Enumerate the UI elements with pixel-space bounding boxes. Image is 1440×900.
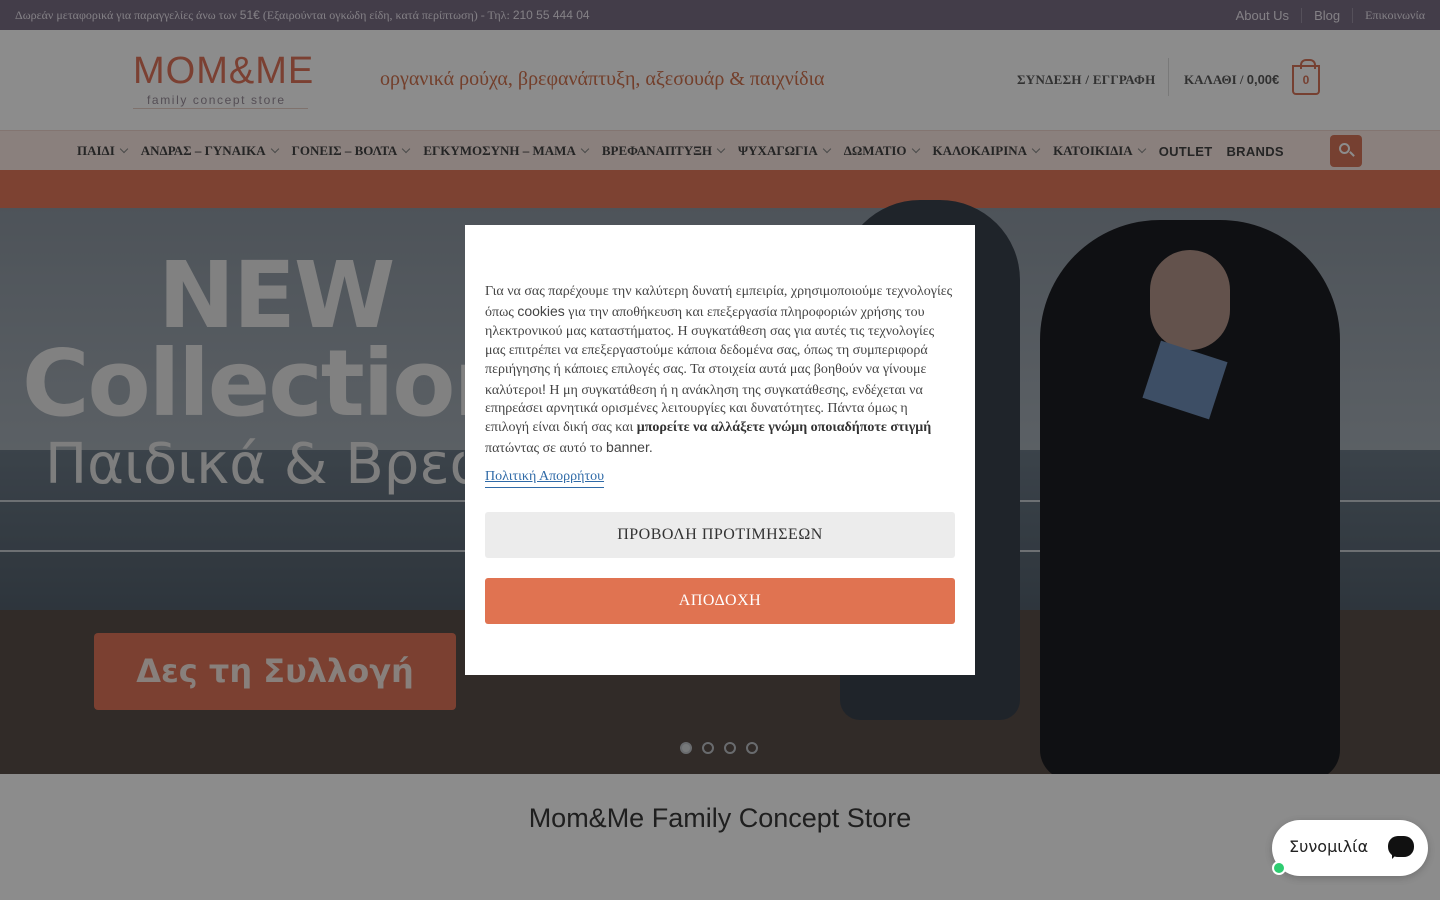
view-preferences-button[interactable]: ΠΡΟΒΟΛΗ ΠΡΟΤΙΜΗΣΕΩΝ xyxy=(485,512,955,558)
consent-text-bold: μπορείτε να αλλάξετε γνώμη οποιαδήποτε σ… xyxy=(636,420,932,436)
consent-text-cookies: cookies xyxy=(517,302,565,319)
accept-button[interactable]: ΑΠΟΔΟΧΗ xyxy=(485,578,955,624)
consent-text-banner: banner. xyxy=(606,439,653,456)
privacy-policy-link[interactable]: Πολιτική Απορρήτου xyxy=(485,469,605,489)
chat-label: Συνομιλία xyxy=(1289,837,1369,856)
consent-text-part: πατώντας σε αυτό το xyxy=(485,441,607,457)
chat-bubble-icon xyxy=(1388,836,1414,859)
chat-widget[interactable]: Συνομιλία xyxy=(1272,820,1428,876)
online-status-icon xyxy=(1272,861,1286,875)
cookie-consent-text: Για να σας παρέχουμε την καλύτερη δυνατή… xyxy=(485,283,955,459)
cookie-consent-dialog: Για να σας παρέχουμε την καλύτερη δυνατή… xyxy=(465,225,975,675)
